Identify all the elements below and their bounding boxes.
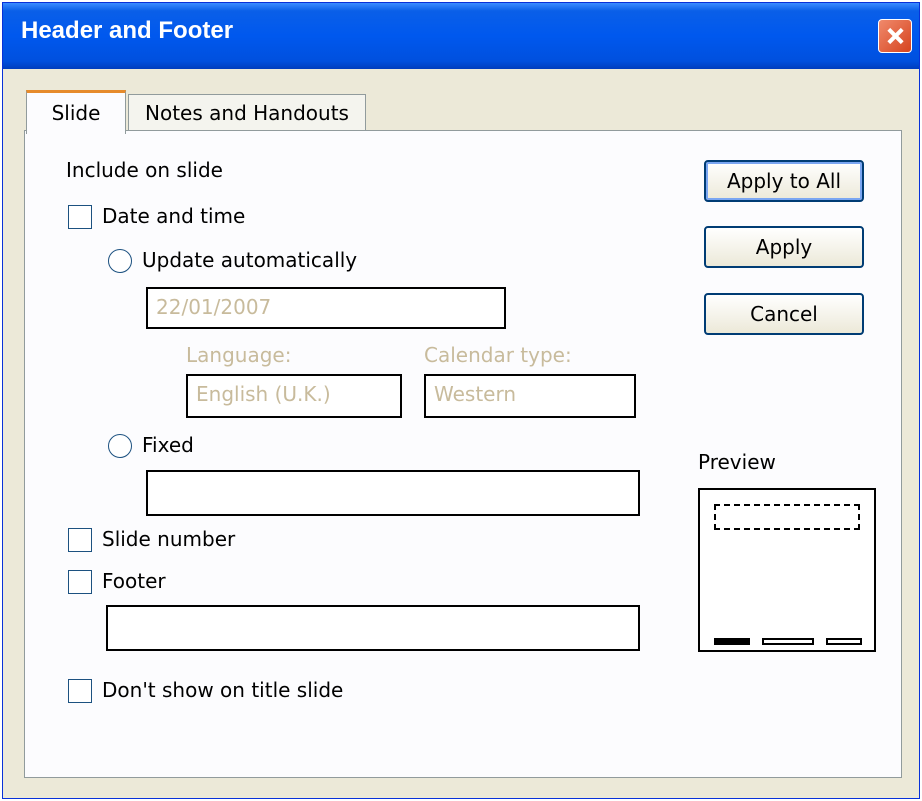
fixed-radio[interactable] (108, 434, 132, 458)
footer-checkbox[interactable] (68, 570, 92, 594)
fixed-text-field[interactable] (146, 470, 640, 516)
window-title: Header and Footer (21, 17, 234, 44)
dont-show-title-checkbox[interactable] (68, 679, 92, 703)
cancel-button[interactable]: Cancel (704, 293, 864, 335)
language-dropdown[interactable]: English (U.K.) (186, 374, 402, 418)
update-automatically-radio[interactable] (108, 249, 132, 273)
tab-slide[interactable]: Slide (26, 90, 126, 134)
title-bar[interactable]: Header and Footer (3, 3, 919, 69)
date-dropdown[interactable]: 22/01/2007 (146, 287, 506, 329)
footer-text-field[interactable] (106, 605, 640, 651)
slide-number-label[interactable]: Slide number (102, 527, 235, 551)
date-time-label[interactable]: Date and time (102, 204, 245, 228)
language-value: English (U.K.) (196, 382, 331, 406)
date-value: 22/01/2007 (156, 295, 272, 319)
close-button[interactable] (878, 19, 912, 53)
preview-number-placeholder (826, 638, 862, 645)
preview-label: Preview (698, 450, 776, 474)
preview-footer-placeholder (762, 638, 814, 645)
fixed-label[interactable]: Fixed (142, 433, 194, 457)
tab-notes-and-handouts[interactable]: Notes and Handouts (128, 94, 366, 130)
apply-button[interactable]: Apply (704, 226, 864, 268)
calendar-type-dropdown[interactable]: Western (424, 374, 636, 418)
calendar-type-label: Calendar type: (424, 343, 572, 367)
update-automatically-label[interactable]: Update automatically (142, 248, 357, 272)
apply-to-all-button[interactable]: Apply to All (704, 160, 864, 202)
date-time-checkbox[interactable] (68, 205, 92, 229)
language-label: Language: (186, 343, 292, 367)
footer-label[interactable]: Footer (102, 569, 166, 593)
slide-number-checkbox[interactable] (68, 528, 92, 552)
preview-title-placeholder (714, 504, 860, 530)
tab-notes-label: Notes and Handouts (145, 101, 349, 125)
include-heading: Include on slide (66, 158, 223, 182)
slide-preview (698, 488, 876, 652)
calendar-type-value: Western (434, 382, 517, 406)
tab-slide-label: Slide (51, 101, 101, 125)
dont-show-title-label[interactable]: Don't show on title slide (102, 678, 343, 702)
preview-date-placeholder (714, 638, 750, 645)
